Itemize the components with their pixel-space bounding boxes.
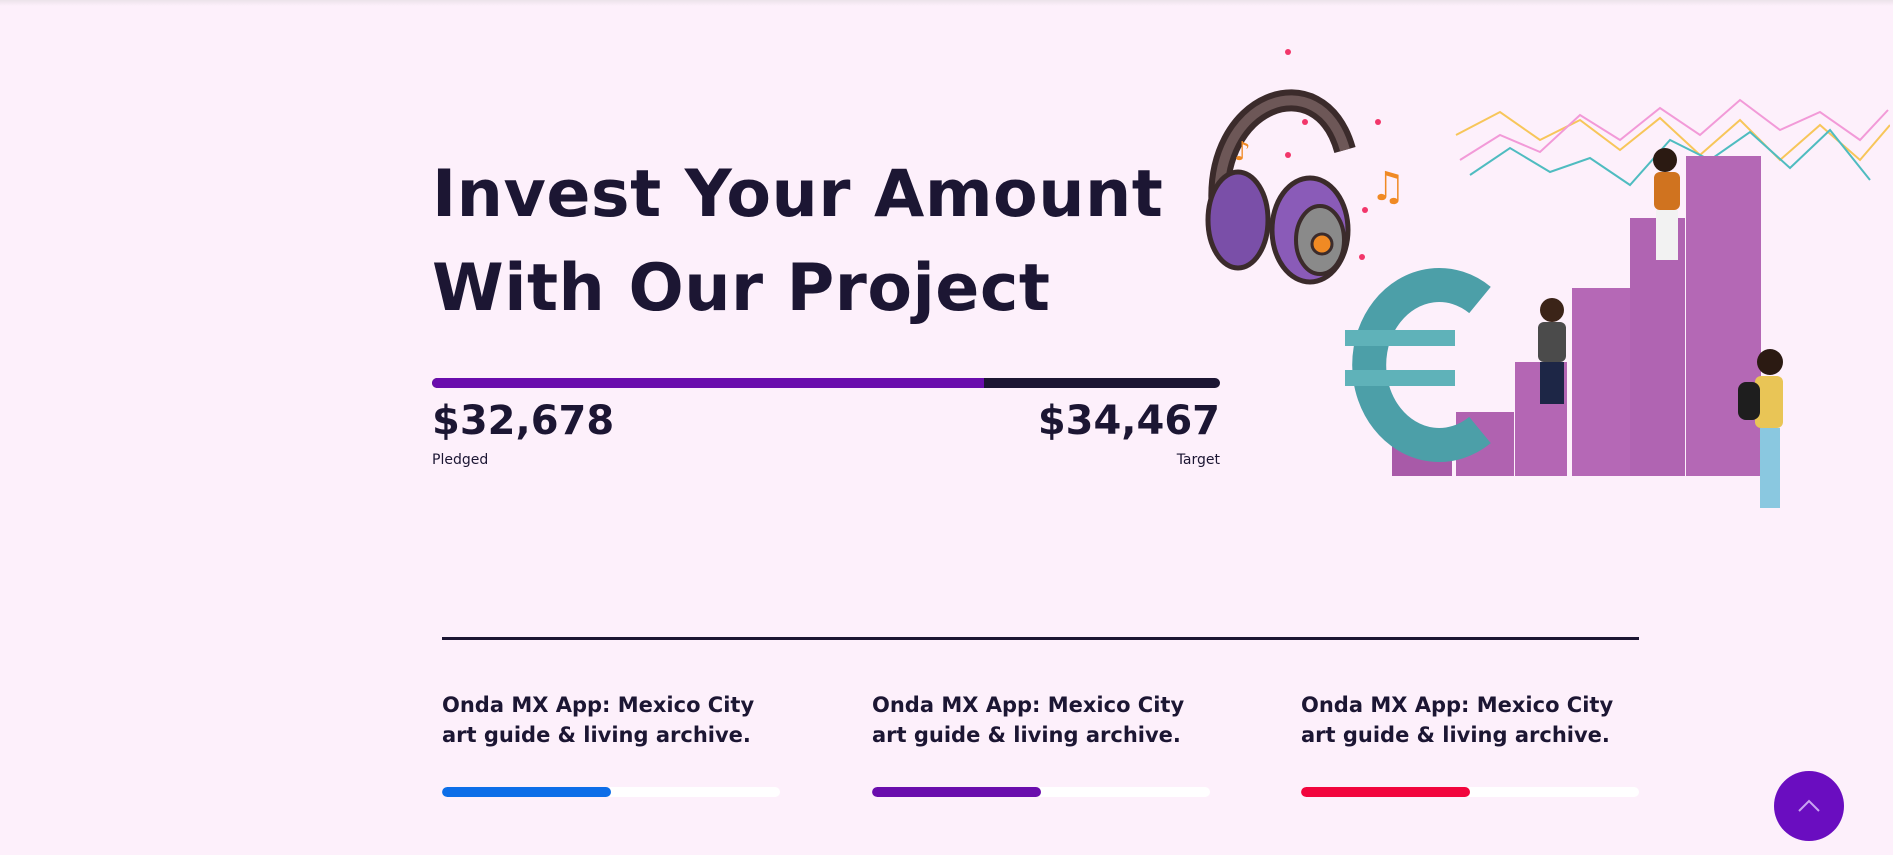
svg-text:♫: ♫: [1370, 164, 1406, 210]
person-figure: [1538, 298, 1566, 404]
project-progress-bar: [442, 787, 780, 797]
hero-title-line2: With Our Project: [432, 251, 1051, 326]
hero-illustration: ♫ ♪: [1170, 40, 1891, 520]
scroll-to-top-button[interactable]: [1774, 771, 1844, 841]
svg-text:♪: ♪: [1234, 137, 1251, 167]
header-shadow: [0, 0, 1893, 6]
pledged-amount: $32,678: [432, 398, 615, 444]
chevron-up-icon: [1798, 799, 1820, 812]
project-card[interactable]: Onda MX App: Mexico City art guide & liv…: [1301, 690, 1641, 797]
headphones-icon: [1205, 89, 1356, 285]
project-progress-fill: [872, 787, 1041, 797]
project-progress-fill: [442, 787, 611, 797]
project-progress-bar: [872, 787, 1210, 797]
hero-title-line1: Invest Your Amount: [432, 157, 1164, 232]
pledged-label: Pledged: [432, 452, 489, 468]
project-card-title[interactable]: Onda MX App: Mexico City art guide & liv…: [442, 690, 782, 750]
person-figure: [1653, 148, 1680, 260]
hero-title: Invest Your Amount With Our Project: [432, 148, 1163, 336]
project-card-title[interactable]: Onda MX App: Mexico City art guide & liv…: [1301, 690, 1641, 750]
funding-progress-fill: [432, 378, 984, 388]
section-divider: [442, 637, 1639, 640]
illustration-svg: ♫ ♪: [1205, 49, 1891, 508]
project-progress-bar: [1301, 787, 1639, 797]
funding-progress-bar: [432, 378, 1220, 388]
project-card-title[interactable]: Onda MX App: Mexico City art guide & liv…: [872, 690, 1212, 750]
project-progress-fill: [1301, 787, 1470, 797]
project-card[interactable]: Onda MX App: Mexico City art guide & liv…: [872, 690, 1212, 797]
project-card[interactable]: Onda MX App: Mexico City art guide & liv…: [442, 690, 782, 797]
